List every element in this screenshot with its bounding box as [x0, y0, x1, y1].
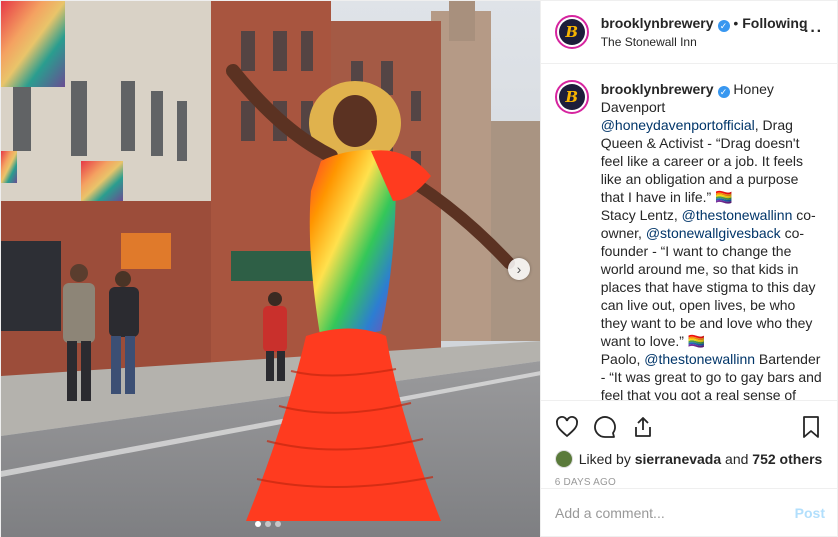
carousel-indicator — [255, 521, 281, 527]
likes-others-link[interactable]: 752 others — [752, 451, 822, 467]
post-photo[interactable]: › — [1, 1, 540, 537]
carousel-next-button[interactable]: › — [508, 258, 530, 280]
caption-segment: Stacy Lentz, — [600, 207, 682, 223]
likes-middle: and — [725, 451, 749, 467]
caption-area[interactable]: B brooklynbrewery ✓ Honey Davenport @hone… — [541, 64, 837, 400]
liker-avatar[interactable] — [554, 450, 573, 468]
carousel-dot — [265, 521, 271, 527]
street-scene-image — [1, 1, 540, 537]
caption-body: Honey Davenport @honeydavenportofficial,… — [601, 81, 822, 400]
post-button[interactable]: Post — [795, 505, 825, 521]
action-icons — [555, 407, 823, 447]
avatar[interactable]: B — [554, 80, 589, 114]
carousel-dot — [255, 521, 261, 527]
avatar-logo: B — [558, 84, 585, 110]
location-link[interactable]: The Stonewall Inn — [601, 34, 808, 50]
header-username[interactable]: brooklynbrewery — [601, 15, 714, 31]
share-icon[interactable] — [631, 415, 655, 439]
comment-icon[interactable] — [593, 415, 617, 439]
action-bar: Liked by sierranevada and 752 others 6 D… — [540, 400, 837, 497]
post-header: B brooklynbrewery ✓ • Following The Stone… — [540, 1, 837, 64]
caption-text: brooklynbrewery ✓ Honey Davenport @honeyd… — [601, 80, 823, 400]
mention-link[interactable]: @thestonewallinn — [682, 207, 793, 223]
mention-link[interactable]: @stonewallgivesback — [646, 225, 781, 241]
avatar-logo: B — [558, 19, 585, 45]
mention-link[interactable]: @honeydavenportofficial — [601, 117, 755, 133]
heart-icon[interactable] — [555, 415, 579, 439]
header-separator: • — [733, 14, 739, 31]
post-modal: › B brooklynbrewery ✓ • Following The Sto… — [0, 0, 838, 537]
comment-input[interactable] — [555, 504, 795, 521]
bookmark-icon[interactable] — [799, 415, 823, 439]
post-side-panel: B brooklynbrewery ✓ • Following The Stone… — [539, 1, 837, 537]
chevron-right-icon: › — [516, 261, 522, 277]
caption-username[interactable]: brooklynbrewery — [601, 81, 714, 97]
header-text: brooklynbrewery ✓ • Following The Stonewa… — [601, 15, 808, 50]
carousel-dot — [275, 521, 281, 527]
likes-prefix: Liked by — [578, 451, 631, 467]
verified-badge-icon: ✓ — [717, 86, 730, 98]
caption-segment: Paolo, — [600, 351, 645, 367]
ellipsis-icon[interactable]: ··· — [804, 23, 823, 41]
following-button[interactable]: Following — [742, 15, 807, 31]
comment-form: Post — [541, 488, 838, 536]
verified-badge-icon: ✓ — [717, 19, 730, 32]
caption-segment: co-founder - “I want to change the world… — [600, 225, 816, 349]
likes-summary: Liked by sierranevada and 752 others — [554, 447, 823, 471]
liker-username[interactable]: sierranevada — [635, 451, 721, 467]
avatar[interactable]: B — [554, 15, 589, 49]
mention-link[interactable]: @thestonewallinn — [644, 351, 755, 367]
